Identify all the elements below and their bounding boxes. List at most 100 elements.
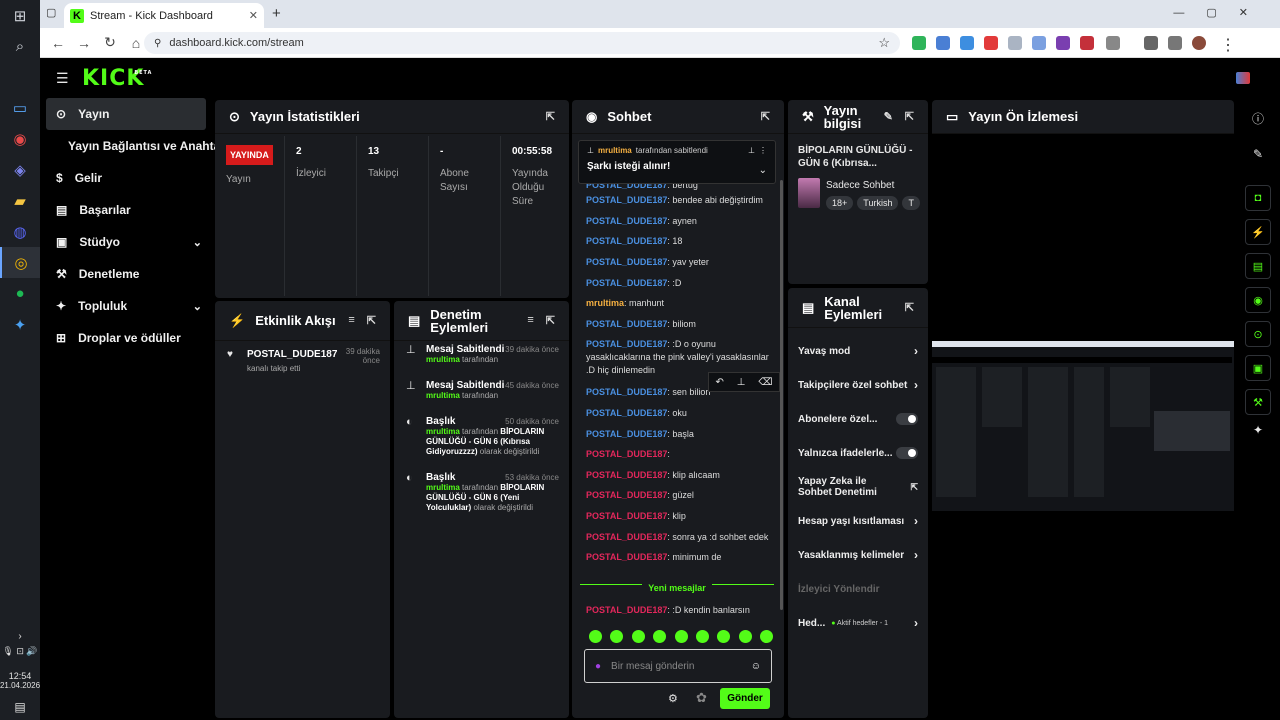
add-widget-icon[interactable]: ✦ [1238,423,1278,437]
search-icon[interactable]: ⌕ [0,31,40,62]
pinned-message[interactable]: ⊥ mrultima tarafından sabitlendi ⊥ ⋮ Şarkı i… [578,140,776,184]
popout-icon[interactable]: ⇱ [367,314,376,327]
toggle-switch[interactable] [896,413,918,425]
sidebar-item-basarilar[interactable]: ▤ Başarılar [40,194,212,226]
reload-icon[interactable]: ↻ [98,34,122,51]
window-controls[interactable]: —▢✕ [1173,6,1270,19]
tag[interactable]: Turkish [857,196,899,210]
scrollbar[interactable] [780,180,783,610]
sidebar-item-studyo[interactable]: ▣ Stüdyo ⌄ [40,226,212,258]
kick-logo[interactable]: KICK BETA [82,66,151,91]
filter-icon[interactable]: ≡ [348,314,354,327]
emote-icon[interactable] [589,630,602,643]
extension-icon-3[interactable] [960,36,974,50]
popout-icon[interactable]: ⇱ [905,301,914,314]
app-icon-monitor[interactable]: ▭ [0,92,40,123]
clipboard-icon[interactable]: ▤ [1245,253,1271,279]
more-icon[interactable]: ⋮ [759,146,767,155]
extensions-puzzle-icon[interactable] [1106,36,1120,50]
popout-icon[interactable]: ⇱ [761,110,770,123]
forward-icon[interactable]: → [72,35,96,51]
emote-icon[interactable] [695,630,709,643]
sidebar-item-droplar[interactable]: ⊞ Droplar ve ödüller [40,322,212,354]
address-bar[interactable]: ⚲ dashboard.kick.com/stream ☆ [144,32,900,54]
extension-icon-1[interactable] [912,36,926,50]
channel-action-7[interactable]: İzleyici Yönlendir [788,572,928,606]
stream-preview-video[interactable] [932,341,1234,511]
channel-action-1[interactable]: Takipçilere özel sohbet › [788,368,928,402]
extension-icon-6[interactable] [1032,36,1046,50]
extension-icon-8[interactable] [1080,36,1094,50]
extension-icon-2[interactable] [936,36,950,50]
new-tab-button[interactable]: + [272,5,281,22]
emote-icon[interactable] [610,630,624,643]
sidebar-item-yayin[interactable]: ⊙ Yayın [46,98,206,130]
popout-icon[interactable]: ⇱ [905,110,914,123]
emote-icon[interactable] [738,630,752,643]
sidebar-item-topluluk[interactable]: ✦ Topluluk ⌄ [40,290,212,322]
send-button[interactable]: Gönder [720,688,770,709]
edit-icon[interactable]: ✎ [1238,147,1278,161]
discord-icon[interactable]: ◍ [0,216,40,247]
emoji-picker-icon[interactable]: ☺ [751,661,761,672]
file-explorer-icon[interactable]: ▰ [0,185,40,216]
extension-icon-5[interactable] [1008,36,1022,50]
wrench-icon[interactable]: ⚒ [1245,389,1271,415]
extension-icon-4[interactable] [984,36,998,50]
settings-gear-icon[interactable]: ⚙ [668,692,678,705]
back-icon[interactable]: ← [46,35,70,51]
bookmark-star-icon[interactable]: ☆ [878,35,890,51]
channel-action-2[interactable]: Abonelere özel... [788,402,928,436]
info-icon[interactable]: ⓘ [1238,110,1278,127]
camera-icon[interactable]: ◘ [1245,185,1271,211]
chat-input[interactable]: ● Bir mesaj gönderin ☺ [584,649,772,683]
tab-list-icon[interactable]: ▢ [46,6,56,19]
close-icon[interactable]: ✕ [249,9,258,22]
trash-icon[interactable]: ⌫ [758,377,772,388]
popout-icon[interactable]: ⇱ [546,110,555,123]
chat-icon[interactable]: ◉ [1245,287,1271,313]
teams-icon[interactable]: ◈ [0,154,40,185]
lightning-icon[interactable]: ⚡ [1245,219,1271,245]
category-name[interactable]: Sadece Sohbet [826,180,894,191]
chrome-icon[interactable]: ◎ [0,247,40,278]
filter-icon[interactable]: ≡ [527,314,533,327]
tag[interactable]: 18+ [826,196,854,210]
pin-icon[interactable]: ⊥ [737,377,746,388]
extension-icon-7[interactable] [1056,36,1070,50]
channel-action-0[interactable]: Yavaş mod › [788,334,928,368]
channel-icon[interactable]: ▣ [1245,355,1271,381]
channel-action-8[interactable]: Hed... ● Aktif hedefler - 1 › [788,606,928,640]
broadcast-icon[interactable]: ⊙ [1245,321,1271,347]
unpin-icon[interactable]: ⊥ [748,146,755,155]
notification-icon[interactable]: ▤ [14,700,25,714]
emote-icon[interactable] [717,630,731,643]
channel-action-6[interactable]: Yasaklanmış kelimeler › [788,538,928,572]
download-icon[interactable] [1144,36,1158,50]
channel-action-4[interactable]: Yapay Zeka ile Sohbet Denetimi ⇱ [788,470,928,504]
sidebar-item-stream-key[interactable]: Yayın Bağlantısı ve Anahtarı [40,130,228,162]
edit-icon[interactable]: ✎ [884,110,893,123]
app-icon-speedometer[interactable]: ◉ [0,123,40,154]
emote-icon[interactable] [653,630,667,643]
tag[interactable]: T [902,196,920,210]
emote-bar[interactable] [586,630,776,643]
windows-start-icon[interactable]: ⊞ [0,0,40,31]
undo-icon[interactable]: ↶ [715,377,723,388]
site-info-icon[interactable]: ⚲ [154,38,161,49]
popout-icon[interactable]: ⇱ [546,314,555,327]
menu-dots-icon[interactable]: ⋮ [1220,35,1236,55]
sidebar-item-denetleme[interactable]: ⚒ Denetleme [40,258,212,290]
tab-search-icon[interactable] [1168,36,1182,50]
hamburger-menu-icon[interactable]: ☰ [56,70,69,87]
sidebar-item-gelir[interactable]: $ Gelir [40,162,212,194]
browser-tab[interactable]: K Stream - Kick Dashboard ✕ [64,3,264,28]
app-icon-globe[interactable]: ✦ [0,309,40,340]
emote-icon[interactable] [674,630,688,643]
bot-icon[interactable]: ✿ [696,690,707,706]
user-avatar[interactable] [1236,72,1250,84]
avatar[interactable] [1192,36,1206,50]
emote-icon[interactable] [760,630,773,643]
tray-icons[interactable]: 🎙 ⊡ 🔊 [2,646,37,657]
chevron-down-icon[interactable]: ⌄ [759,165,767,176]
